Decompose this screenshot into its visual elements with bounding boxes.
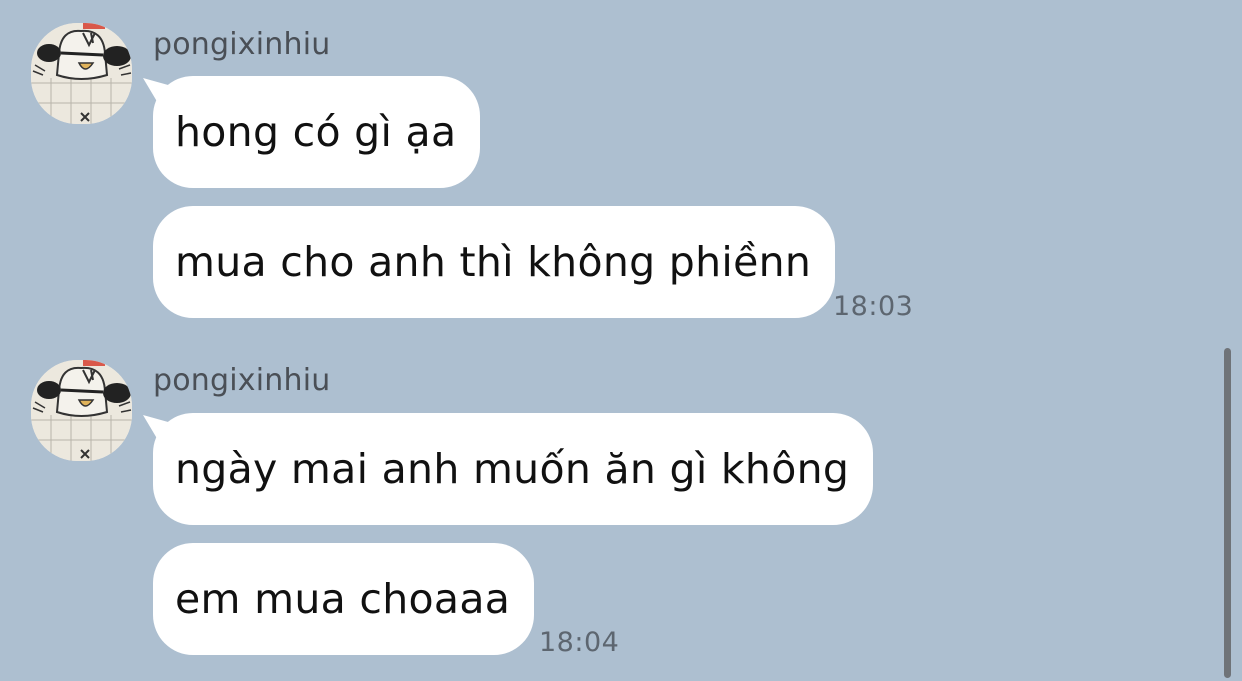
cat-with-sunglasses-avatar-icon[interactable] <box>31 360 132 461</box>
message-bubble[interactable]: ngày mai anh muốn ăn gì không <box>153 413 874 525</box>
sender-name: pongixinhiu <box>153 363 331 398</box>
chat-area[interactable]: pongixinhiu hong có gì ạa mua cho anh th… <box>0 0 1242 681</box>
message-bubble[interactable]: em mua choaaa <box>153 543 535 655</box>
message-timestamp: 18:04 <box>539 627 620 658</box>
scrollbar[interactable] <box>1224 348 1231 678</box>
message-group: pongixinhiu ngày mai anh muốn ăn gì khôn… <box>0 0 1200 681</box>
